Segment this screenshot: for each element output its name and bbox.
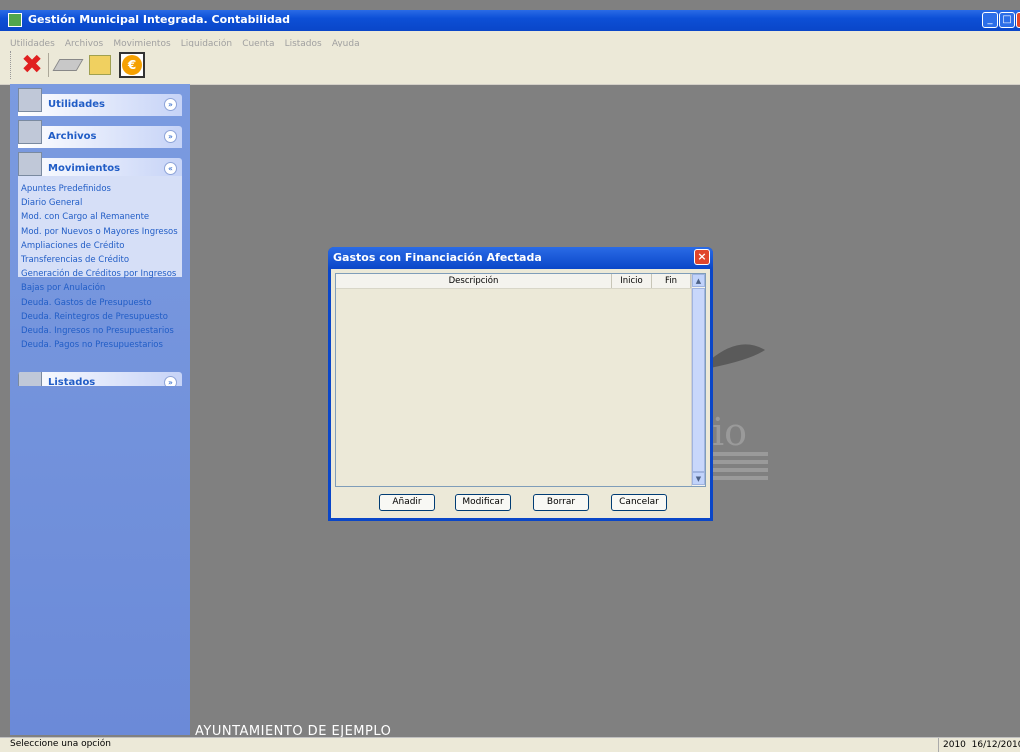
minimize-icon[interactable]: _	[982, 12, 998, 28]
sidebar-item-generacion[interactable]: Generación de Créditos por Ingresos	[18, 267, 182, 281]
cancel-button[interactable]: Cancelar	[611, 494, 667, 511]
eraser-icon	[52, 59, 84, 71]
app-title: Gestión Municipal Integrada. Contabilida…	[28, 13, 291, 26]
tools-icon	[18, 88, 42, 112]
sidebar-group-label: Listados	[48, 377, 96, 386]
sidebar-item-apuntes-predefinidos[interactable]: Apuntes Predefinidos	[18, 182, 182, 196]
sidebar-item-ampliaciones[interactable]: Ampliaciones de Crédito	[18, 239, 182, 253]
column-header-fin[interactable]: Fin	[652, 274, 691, 288]
sidebar-group-utilidades[interactable]: Utilidades »	[18, 88, 182, 116]
toolbar-grip[interactable]	[10, 51, 14, 79]
scroll-up-icon[interactable]: ▲	[692, 274, 705, 287]
sidebar-item-bajas[interactable]: Bajas por Anulación	[18, 281, 182, 295]
delete-button[interactable]: Borrar	[533, 494, 589, 511]
toolbar-separator	[48, 53, 49, 77]
sidebar-item-mod-remanente[interactable]: Mod. con Cargo al Remanente	[18, 210, 182, 224]
scroll-thumb[interactable]	[692, 288, 705, 472]
modify-button[interactable]: Modificar	[455, 494, 511, 511]
add-button[interactable]: Añadir	[379, 494, 435, 511]
dialog-close-icon[interactable]: ×	[694, 249, 710, 265]
printer-icon	[18, 372, 42, 386]
column-header-descripcion[interactable]: Descripción	[336, 274, 612, 288]
app-icon	[8, 13, 22, 27]
logo-wing	[710, 344, 765, 368]
statusbar: Seleccione una opción 2010 16/12/2010	[0, 737, 1020, 752]
movimientos-items: Apuntes Predefinidos Diario General Mod.…	[18, 176, 182, 350]
edit-button[interactable]	[86, 51, 114, 79]
sidebar-group-label: Archivos	[48, 131, 97, 142]
sidebar-item-transferencias[interactable]: Transferencias de Crédito	[18, 253, 182, 267]
sidebar-item-deuda-ingresos[interactable]: Deuda. Ingresos no Presupuestarios	[18, 324, 182, 338]
logo-text: io	[712, 410, 747, 454]
expand-icon[interactable]: »	[164, 376, 177, 386]
erase-button[interactable]	[52, 51, 84, 79]
drive-icon	[18, 120, 42, 144]
sidebar-group-label: Utilidades	[48, 99, 105, 110]
status-date: 16/12/2010	[971, 740, 1020, 750]
ledger-icon	[18, 152, 42, 176]
sidebar-item-deuda-gastos[interactable]: Deuda. Gastos de Presupuesto	[18, 296, 182, 310]
sidebar-item-diario-general[interactable]: Diario General	[18, 196, 182, 210]
app-titlebar: Gestión Municipal Integrada. Contabilida…	[0, 10, 1020, 31]
expand-icon[interactable]: »	[164, 98, 177, 111]
collapse-icon[interactable]: «	[164, 162, 177, 175]
status-year: 2010	[943, 740, 966, 750]
sidebar-group-archivos[interactable]: Archivos »	[18, 120, 182, 148]
gastos-list[interactable]: Descripción Inicio Fin ▲ ▼	[335, 273, 706, 487]
sidebar-group-label: Movimientos	[48, 163, 121, 174]
toolbar: ✖ €	[0, 47, 1020, 85]
euro-coin-icon: €	[119, 52, 145, 78]
menubar: Utilidades Archivos Movimientos Liquidac…	[0, 31, 1020, 49]
sidebar-group-listados[interactable]: Listados »	[18, 372, 182, 386]
edit-pencil-icon	[89, 55, 111, 75]
column-header-inicio[interactable]: Inicio	[612, 274, 652, 288]
dialog-body: Descripción Inicio Fin ▲ ▼ Añadir Modifi…	[331, 269, 710, 518]
sidebar-item-deuda-pagos[interactable]: Deuda. Pagos no Presupuestarios	[18, 338, 182, 352]
status-date-panel: 2010 16/12/2010	[938, 738, 1020, 752]
sidebar-item-mod-ingresos[interactable]: Mod. por Nuevos o Mayores Ingresos	[18, 225, 182, 239]
dialog-title: Gastos con Financiación Afectada	[333, 251, 542, 264]
sidebar: Utilidades » Archivos » Movimientos « Ap…	[10, 84, 190, 735]
dialog-titlebar[interactable]: Gastos con Financiación Afectada ×	[328, 247, 713, 269]
maximize-icon[interactable]: □	[999, 12, 1015, 28]
sidebar-item-deuda-reintegros[interactable]: Deuda. Reintegros de Presupuesto	[18, 310, 182, 324]
status-message: Seleccione una opción	[10, 739, 111, 749]
exit-button[interactable]: ✖	[18, 51, 46, 79]
expand-icon[interactable]: »	[164, 130, 177, 143]
scroll-down-icon[interactable]: ▼	[692, 472, 705, 485]
list-scrollbar[interactable]: ▲ ▼	[691, 274, 705, 486]
background-logo-icon: io	[710, 344, 768, 480]
close-x-icon: ✖	[21, 50, 43, 80]
list-header: Descripción Inicio Fin	[336, 274, 691, 289]
gastos-dialog: Gastos con Financiación Afectada × Descr…	[328, 247, 713, 521]
close-window-icon[interactable]: ×	[1016, 12, 1020, 28]
euro-button[interactable]: €	[118, 51, 146, 79]
